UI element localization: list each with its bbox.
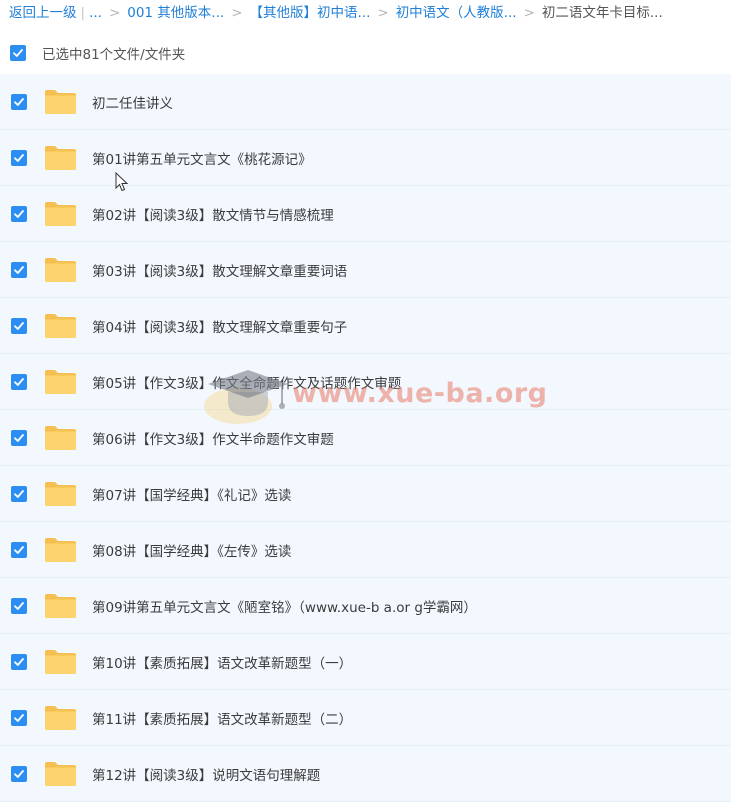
file-row-3[interactable]: 第02讲【阅读3级】散文情节与情感梳理	[0, 186, 731, 242]
file-name[interactable]: 第05讲【作文3级】作文全命题作文及话题作文审题	[92, 372, 401, 392]
file-name[interactable]: 第06讲【作文3级】作文半命题作文审题	[92, 428, 334, 448]
row-checkbox[interactable]	[11, 709, 27, 726]
breadcrumb-back-link[interactable]: 返回上一级	[9, 5, 77, 21]
breadcrumb-divider: |	[80, 5, 86, 21]
breadcrumb-item-3[interactable]: 初中语文（人教版...	[396, 5, 517, 21]
folder-icon	[45, 425, 76, 450]
row-checkbox[interactable]	[11, 261, 27, 278]
selection-count-label: 已选中81个文件/文件夹	[42, 47, 186, 63]
check-icon	[14, 713, 24, 722]
folder-icon	[45, 649, 76, 674]
check-icon	[14, 769, 24, 778]
file-row-8[interactable]: 第07讲【国学经典】《礼记》选读	[0, 466, 731, 522]
row-checkbox[interactable]	[11, 485, 27, 502]
folder-icon	[45, 481, 76, 506]
file-name[interactable]: 第04讲【阅读3级】散文理解文章重要句子	[92, 316, 347, 336]
file-row-11[interactable]: 第10讲【素质拓展】语文改革新题型（一）	[0, 634, 731, 690]
folder-icon	[45, 89, 76, 114]
folder-icon	[45, 313, 76, 338]
file-row-1[interactable]: 初二任佳讲义	[0, 74, 731, 130]
folder-icon	[45, 145, 76, 170]
row-checkbox[interactable]	[11, 317, 27, 334]
check-icon	[14, 153, 24, 162]
file-row-4[interactable]: 第03讲【阅读3级】散文理解文章重要词语	[0, 242, 731, 298]
file-name[interactable]: 第10讲【素质拓展】语文改革新题型（一）	[92, 652, 352, 672]
select-all-checkbox[interactable]	[10, 45, 26, 61]
file-row-10[interactable]: 第09讲第五单元文言文《陋室铭》（www.xue-b a.or g学霸网）	[0, 578, 731, 634]
folder-icon	[45, 537, 76, 562]
check-icon	[14, 321, 24, 330]
file-name[interactable]: 第12讲【阅读3级】说明文语句理解题	[92, 764, 320, 784]
breadcrumb-separator: >	[108, 5, 121, 21]
folder-icon	[45, 593, 76, 618]
check-icon	[14, 601, 24, 610]
file-name[interactable]: 第11讲【素质拓展】语文改革新题型（二）	[92, 708, 352, 728]
folder-icon	[45, 201, 76, 226]
row-checkbox[interactable]	[11, 653, 27, 670]
breadcrumb-separator: >	[377, 5, 389, 21]
row-checkbox[interactable]	[11, 149, 27, 166]
file-name[interactable]: 第09讲第五单元文言文《陋室铭》（www.xue-b a.or g学霸网）	[92, 596, 477, 616]
file-row-9[interactable]: 第08讲【国学经典】《左传》选读	[0, 522, 731, 578]
folder-icon	[45, 761, 76, 786]
file-name[interactable]: 第03讲【阅读3级】散文理解文章重要词语	[92, 260, 347, 280]
file-name[interactable]: 第08讲【国学经典】《左传》选读	[92, 540, 291, 560]
breadcrumb-separator: >	[523, 5, 535, 21]
folder-icon	[45, 369, 76, 394]
check-icon	[14, 489, 24, 498]
check-icon	[14, 657, 24, 666]
breadcrumb-item-2[interactable]: 【其他版】初中语...	[250, 5, 371, 21]
check-icon	[14, 545, 24, 554]
file-row-5[interactable]: 第04讲【阅读3级】散文理解文章重要句子	[0, 298, 731, 354]
file-row-13[interactable]: 第12讲【阅读3级】说明文语句理解题	[0, 746, 731, 802]
check-icon	[14, 209, 24, 218]
file-name[interactable]: 初二任佳讲义	[92, 92, 173, 112]
file-row-7[interactable]: 第06讲【作文3级】作文半命题作文审题	[0, 410, 731, 466]
file-name[interactable]: 第02讲【阅读3级】散文情节与情感梳理	[92, 204, 334, 224]
check-icon	[14, 377, 24, 386]
row-checkbox[interactable]	[11, 373, 27, 390]
row-checkbox[interactable]	[11, 205, 27, 222]
check-icon	[13, 49, 23, 57]
file-row-12[interactable]: 第11讲【素质拓展】语文改革新题型（二）	[0, 690, 731, 746]
selection-bar: 已选中81个文件/文件夹	[10, 40, 185, 66]
check-icon	[14, 97, 24, 106]
breadcrumb-item-1[interactable]: 001 其他版本...	[127, 5, 224, 21]
mouse-cursor-icon	[115, 172, 129, 192]
check-icon	[14, 265, 24, 274]
breadcrumb: 返回上一级 |... >001 其他版本... > 【其他版】初中语... > 初中语文（人…	[9, 2, 663, 24]
row-checkbox[interactable]	[11, 93, 27, 110]
file-name[interactable]: 第01讲第五单元文言文《桃花源记》	[92, 148, 312, 168]
file-row-2[interactable]: 第01讲第五单元文言文《桃花源记》	[0, 130, 731, 186]
row-checkbox[interactable]	[11, 541, 27, 558]
file-row-6[interactable]: 第05讲【作文3级】作文全命题作文及话题作文审题	[0, 354, 731, 410]
breadcrumb-current: 初二语文年卡目标...	[541, 5, 663, 21]
folder-icon	[45, 257, 76, 282]
row-checkbox[interactable]	[11, 597, 27, 614]
row-checkbox[interactable]	[11, 765, 27, 782]
row-checkbox[interactable]	[11, 429, 27, 446]
check-icon	[14, 433, 24, 442]
breadcrumb-separator: >	[231, 5, 243, 21]
file-name[interactable]: 第07讲【国学经典】《礼记》选读	[92, 484, 291, 504]
file-list: 初二任佳讲义 第01讲第五单元文言文《桃花源记》 第02讲【阅读3级】散文情节与…	[0, 74, 731, 802]
breadcrumb-ellipsis[interactable]: ...	[89, 5, 102, 21]
folder-icon	[45, 705, 76, 730]
